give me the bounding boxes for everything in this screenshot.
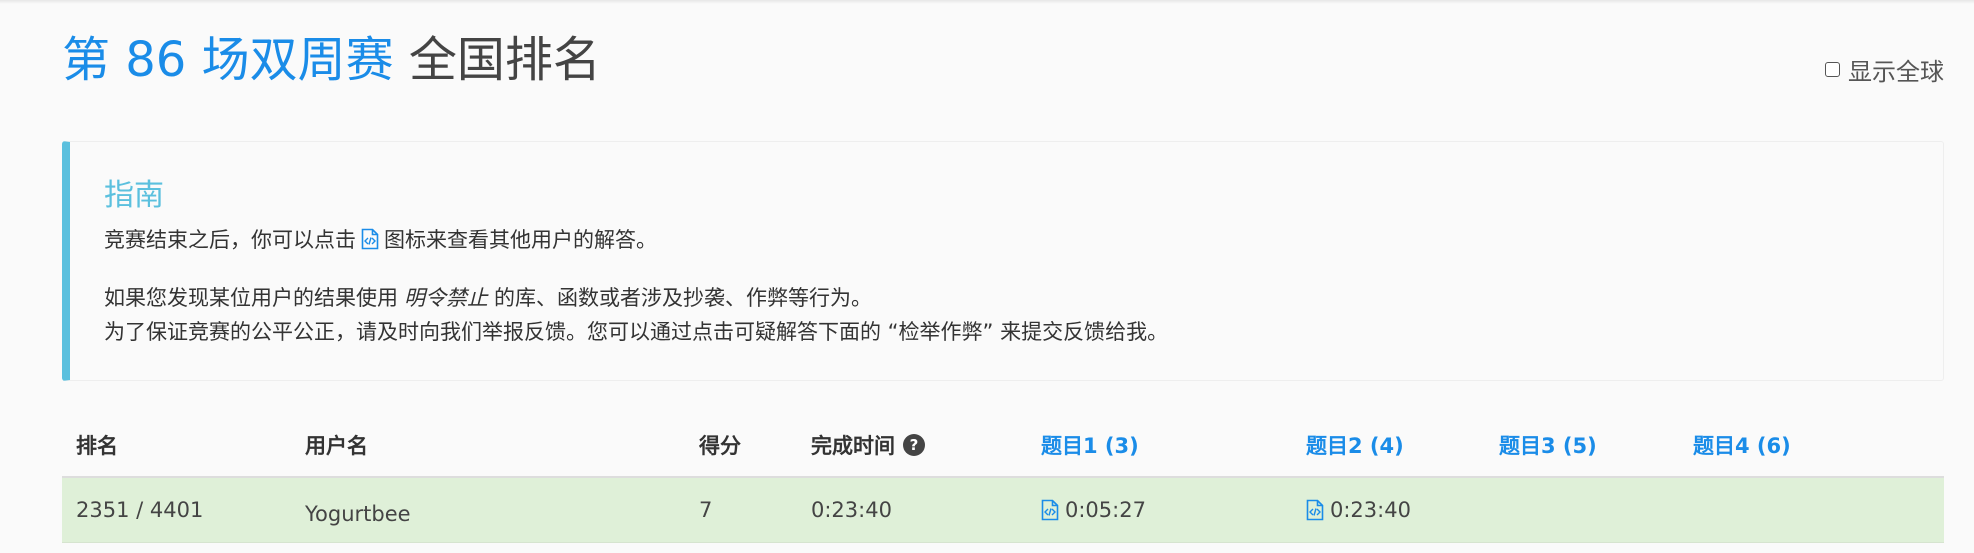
cell-problem-2-time: 0:23:40 <box>1330 498 1411 522</box>
question-circle-icon[interactable]: ? <box>903 434 925 456</box>
guide-title: 指南 <box>104 178 164 213</box>
header-finish-time-label: 完成时间 <box>811 434 895 458</box>
guide-line-2: 如果您发现某位用户的结果使用 明令禁止 的库、函数或者涉及抄袭、作弊等行为。 <box>104 282 872 312</box>
guide-line-1-before: 竞赛结束之后，你可以点击 <box>104 228 356 252</box>
table-row: 2351 / 4401 Yogurtbee 7 0:23:40 0:05:27 … <box>62 478 1944 543</box>
guide-line-2-emphasis: 明令禁止 <box>404 286 488 310</box>
guide-line-2-after: 的库、函数或者涉及抄袭、作弊等行为。 <box>494 286 872 310</box>
cell-problem-1-time: 0:05:27 <box>1065 498 1146 522</box>
cell-problem-2: 0:23:40 <box>1306 498 1411 522</box>
header-finish-time: 完成时间 ? <box>811 430 925 460</box>
table-header: 排名 用户名 得分 完成时间 ? 题目1 (3) 题目2 (4) 题目3 (5)… <box>62 418 1944 478</box>
cell-problem-1: 0:05:27 <box>1041 498 1146 522</box>
guide-line-1: 竞赛结束之后，你可以点击 图标来查看其他用户的解答。 <box>104 224 657 254</box>
header-problem-1[interactable]: 题目1 (3) <box>1041 430 1139 460</box>
guide-panel: 指南 竞赛结束之后，你可以点击 图标来查看其他用户的解答。 如果您发现某位用户的… <box>62 141 1944 381</box>
show-global-toggle[interactable]: 显示全球 <box>1825 52 1944 87</box>
contest-link[interactable]: 第 86 场双周赛 <box>62 32 394 88</box>
code-file-icon <box>361 228 379 250</box>
header-problem-4[interactable]: 题目4 (6) <box>1693 430 1791 460</box>
cell-score: 7 <box>699 498 713 522</box>
guide-line-3: 为了保证竞赛的公平公正，请及时向我们举报反馈。您可以通过点击可疑解答下面的 “检… <box>104 320 1169 344</box>
show-global-label: 显示全球 <box>1848 58 1944 86</box>
ranking-table: 排名 用户名 得分 完成时间 ? 题目1 (3) 题目2 (4) 题目3 (5)… <box>62 418 1944 543</box>
header-problem-2[interactable]: 题目2 (4) <box>1306 430 1404 460</box>
cell-username[interactable]: Yogurtbee <box>305 502 411 526</box>
guide-line-1-after: 图标来查看其他用户的解答。 <box>384 228 657 252</box>
header-score: 得分 <box>699 434 741 458</box>
top-shadow <box>0 0 1974 4</box>
page-title: 第 86 场双周赛 全国排名 <box>62 30 601 90</box>
guide-line-2-before: 如果您发现某位用户的结果使用 <box>104 286 398 310</box>
cell-finish-time: 0:23:40 <box>811 498 892 522</box>
code-file-icon[interactable] <box>1306 499 1324 521</box>
header-rank: 排名 <box>76 434 118 458</box>
cell-rank: 2351 / 4401 <box>76 498 204 522</box>
code-file-icon[interactable] <box>1041 499 1059 521</box>
header-problem-3[interactable]: 题目3 (5) <box>1499 430 1597 460</box>
page-title-rest: 全国排名 <box>408 32 601 88</box>
header-username: 用户名 <box>305 434 368 458</box>
show-global-checkbox[interactable] <box>1825 62 1840 77</box>
